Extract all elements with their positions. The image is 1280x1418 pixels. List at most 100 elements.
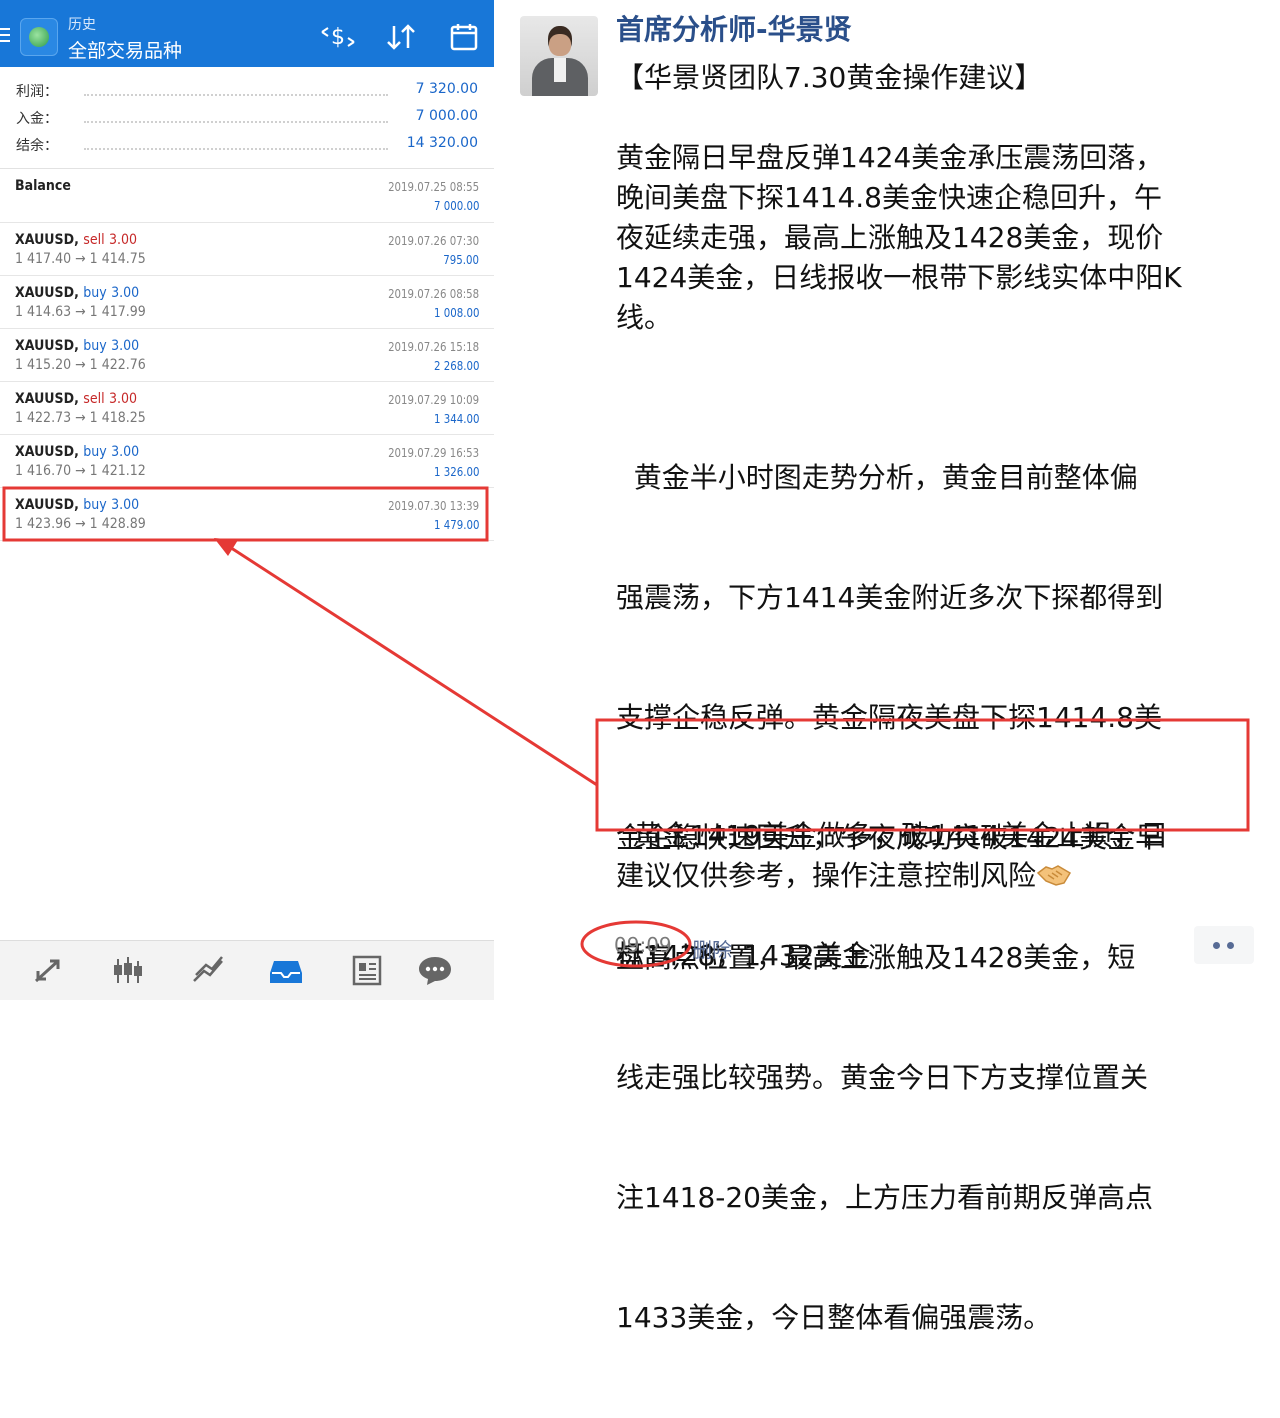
deposit-value: 7 000.00 — [415, 108, 478, 124]
trade-profit: 2 268.00 — [433, 359, 479, 373]
svg-text:$: $ — [331, 25, 345, 50]
calendar-icon[interactable] — [444, 22, 484, 52]
dotted-leader — [84, 121, 388, 123]
trade-symbol: XAUUSD, buy 3.00 — [15, 285, 140, 301]
chat-icon[interactable] — [415, 953, 455, 987]
author-name[interactable]: 首席分析师-华景贤 — [616, 8, 852, 48]
post-line: 黄金1419美金做多，破1414美金止损，目 — [616, 819, 1169, 852]
trade-date: 2019.07.26 07:30 — [387, 234, 479, 248]
post-line: 线走强比较强势。黄金今日下方支撑位置关 — [616, 1061, 1149, 1094]
inbox-icon[interactable] — [266, 953, 306, 987]
trade-side: buy — [83, 444, 107, 460]
symbol-filter[interactable]: 全部交易品种 — [68, 36, 182, 63]
trade-row[interactable]: XAUUSD, buy 3.00 1 415.20 → 1 422.76 2019.… — [0, 329, 494, 382]
trade-date: 2019.07.26 08:58 — [387, 287, 479, 301]
handshake-icon — [1036, 860, 1072, 888]
balance-row[interactable]: Balance 2019.07.25 08:55 7 000.00 — [0, 169, 494, 223]
dotted-leader — [84, 94, 388, 96]
mt4-history-screen: 历史 全部交易品种 $ 利润： 7 320.00 入金： 7 000.00 结余… — [0, 0, 494, 1000]
trade-row[interactable]: XAUUSD, sell 3.00 1 417.40 → 1 414.75 2019… — [0, 223, 494, 276]
trade-advice: 黄金1419美金做多，破1414美金止损，目 标1428，1432美金 — [616, 736, 1266, 1056]
trade-profit: 1 479.00 — [433, 518, 479, 532]
post-line: 黄金隔日早盘反弹1424美金承压震荡回落， — [616, 141, 1164, 174]
delete-link[interactable]: 删除 — [692, 934, 732, 963]
app-header: 历史 全部交易品种 $ — [0, 0, 494, 67]
dotted-leader — [84, 148, 388, 150]
disclaimer: 建议仅供参考，操作注意控制风险 — [616, 856, 1266, 896]
trade-row[interactable]: XAUUSD, sell 3.00 1 422.73 → 1 418.25 2019… — [0, 382, 494, 435]
post-line: 注1418-20美金，上方压力看前期反弹高点 — [616, 1181, 1153, 1214]
trade-symbol: XAUUSD, buy 3.00 — [15, 497, 140, 513]
sort-icon[interactable] — [382, 22, 422, 52]
trade-date: 2019.07.30 13:39 — [387, 499, 479, 513]
header-title: 历史 — [68, 17, 96, 33]
trade-side: buy — [83, 497, 107, 513]
deposit-label: 入金： — [16, 111, 58, 127]
trade-prices: 1 417.40 → 1 414.75 — [15, 251, 146, 267]
trade-symbol: XAUUSD, sell 3.00 — [15, 391, 138, 407]
balance-total-row: 结余： 14 320.00 — [16, 135, 478, 157]
trade-side: sell — [83, 391, 105, 407]
chart-icon[interactable] — [108, 953, 148, 987]
trade-row[interactable]: XAUUSD, buy 3.00 1 416.70 → 1 421.12 2019.… — [0, 435, 494, 488]
balance-amount: 7 000.00 — [433, 199, 479, 213]
trade-row[interactable]: XAUUSD, buy 3.00 1 414.63 → 1 417.99 2019.… — [0, 276, 494, 329]
trade-symbol: XAUUSD, buy 3.00 — [15, 338, 140, 354]
news-icon[interactable] — [346, 953, 386, 987]
balance-label: Balance — [15, 178, 71, 194]
bottom-nav — [0, 940, 494, 1000]
deposit-row: 入金： 7 000.00 — [16, 108, 478, 130]
post-title: 【华景贤团队7.30黄金操作建议】 — [616, 61, 1043, 94]
trade-side: buy — [83, 285, 107, 301]
trade-prices: 1 416.70 → 1 421.12 — [15, 463, 146, 479]
trade-prices: 1 422.73 → 1 418.25 — [15, 410, 146, 426]
trade-lots: 3.00 — [111, 285, 140, 301]
trade-profit: 1 008.00 — [433, 306, 479, 320]
avatar[interactable] — [520, 16, 598, 96]
trade-date: 2019.07.29 16:53 — [387, 446, 479, 460]
trade-side: buy — [83, 338, 107, 354]
currency-filter-icon[interactable]: $ — [318, 22, 358, 52]
post-line: 晚间美盘下探1414.8美金快速企稳回升，午 — [616, 181, 1162, 214]
trade-symbol: XAUUSD, sell 3.00 — [15, 232, 138, 248]
trade-profit: 1 326.00 — [433, 465, 479, 479]
disclaimer-text: 建议仅供参考，操作注意控制风险 — [616, 859, 1037, 892]
post-paragraph-1: 黄金隔日早盘反弹1424美金承压震荡回落， 晚间美盘下探1414.8美金快速企稳… — [616, 138, 1266, 338]
trade-date: 2019.07.26 15:18 — [387, 340, 479, 354]
balance-total-value: 14 320.00 — [406, 135, 478, 151]
trade-lots: 3.00 — [108, 232, 138, 248]
balance-date: 2019.07.25 08:55 — [387, 180, 479, 194]
analytics-icon[interactable] — [188, 953, 228, 987]
trade-date: 2019.07.29 10:09 — [387, 393, 479, 407]
trade-row[interactable]: XAUUSD, buy 3.00 1 423.96 → 1 428.89 2019.… — [0, 488, 494, 541]
post-line: 线。 — [616, 301, 673, 334]
app-logo — [20, 18, 58, 56]
post-line: 1433美金，今日整体看偏强震荡。 — [616, 1301, 1052, 1334]
profit-label: 利润： — [16, 84, 58, 100]
post-line: 1424美金，日线报收一根带下影线实体中阳K — [616, 261, 1182, 294]
trade-symbol: XAUUSD, buy 3.00 — [15, 444, 140, 460]
trade-lots: 3.00 — [111, 444, 140, 460]
post-line: 支撑企稳反弹。黄金隔夜美盘下探1414.8美 — [616, 701, 1162, 734]
trade-lots: 3.00 — [108, 391, 138, 407]
menu-icon[interactable] — [0, 28, 10, 42]
trade-prices: 1 415.20 → 1 422.76 — [15, 357, 146, 373]
more-options-button[interactable] — [1194, 926, 1254, 964]
trade-icon[interactable] — [28, 953, 68, 987]
trade-side: sell — [83, 232, 105, 248]
post-line: 夜延续走强，最高上涨触及1428美金，现价 — [616, 221, 1164, 254]
profit-value: 7 320.00 — [415, 81, 478, 97]
post-time: 09:09 — [614, 933, 672, 957]
trade-lots: 3.00 — [111, 338, 140, 354]
profit-row: 利润： 7 320.00 — [16, 81, 478, 103]
post-line: 强震荡，下方1414美金附近多次下探都得到 — [616, 581, 1164, 614]
balance-total-label: 结余： — [16, 138, 58, 154]
trade-profit: 1 344.00 — [433, 412, 479, 426]
trade-lots: 3.00 — [111, 497, 140, 513]
post-line: 黄金半小时图走势分析，黄金目前整体偏 — [616, 461, 1138, 494]
trade-profit: 795.00 — [443, 253, 479, 267]
trade-prices: 1 423.96 → 1 428.89 — [15, 516, 146, 532]
account-summary: 利润： 7 320.00 入金： 7 000.00 结余： 14 320.00 — [0, 67, 494, 169]
wechat-moment: 首席分析师-华景贤 【华景贤团队7.30黄金操作建议】 黄金隔日早盘反弹1424… — [494, 0, 1280, 1334]
trade-prices: 1 414.63 → 1 417.99 — [15, 304, 146, 320]
